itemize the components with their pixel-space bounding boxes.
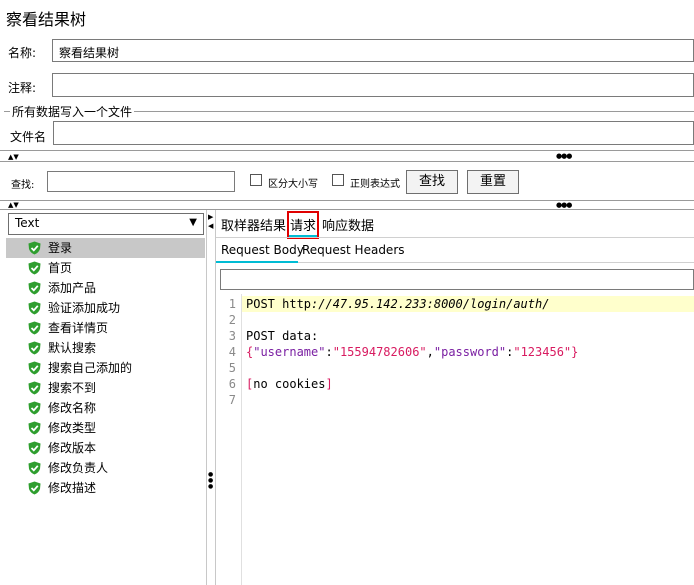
tree-item[interactable]: 修改负责人 [28,458,108,478]
divider [206,210,207,585]
line-number: 4 [228,345,236,359]
success-shield-icon [28,441,41,455]
code-line-1: POST http://47.95.142.233:8000/login/aut… [246,297,549,311]
group-title: 所有数据写入一个文件 [10,103,135,120]
search-label: 查找: [11,180,35,191]
renderer-select[interactable]: Text ▼ [8,213,204,235]
line-number: 5 [228,361,236,375]
tree-item-label: 登录 [48,241,73,255]
tree-item-label: 搜索自己添加的 [48,361,133,375]
success-shield-icon [28,281,41,295]
collapse-arrows-icon[interactable]: ▲▼ [8,201,19,209]
subtab-request-body[interactable]: Request Body [221,243,304,257]
success-shield-icon [28,381,41,395]
tree-item-label: 验证添加成功 [48,301,121,315]
line-number: 6 [228,377,236,391]
tree-item-label: 查看详情页 [48,321,109,335]
line-number: 7 [228,393,236,407]
json-value-password: "123456" [513,345,572,359]
find-button[interactable]: 查找 [406,170,458,194]
tree-item-label: 默认搜索 [48,341,97,355]
divider [0,161,694,162]
tree-item[interactable]: 修改名称 [28,398,96,418]
divider [0,200,694,201]
tree-item-label: 添加产品 [48,281,97,295]
url-scheme: http [282,297,312,311]
filename-field[interactable] [53,121,694,145]
line-number: 1 [228,297,236,311]
http-method: POST [246,297,283,311]
splitter-grip-icon[interactable]: ●●● [208,472,213,490]
name-field[interactable]: 察看结果树 [52,39,694,62]
reset-button[interactable]: 重置 [467,170,519,194]
tree-item[interactable]: 默认搜索 [28,338,96,358]
divider [216,237,694,238]
tree-item[interactable]: 添加产品 [28,278,96,298]
result-tree: 登录首页添加产品验证添加成功 查看详情页默认搜索搜索自己添加的 搜索不到修改名称修改… [0,238,205,585]
regex-checkbox[interactable] [332,174,344,186]
tree-item[interactable]: 修改类型 [28,418,96,438]
tree-item[interactable]: 修改版本 [28,438,96,458]
comment-field[interactable] [52,73,694,97]
success-shield-icon [28,341,41,355]
tree-item[interactable]: 首页 [28,258,72,278]
success-shield-icon [28,421,41,435]
comment-label: 注释: [8,81,37,95]
tree-item-label: 修改负责人 [48,461,109,475]
success-shield-icon [28,301,41,315]
tree-item-label: 首页 [48,261,73,275]
tree-item[interactable]: 搜索不到 [28,378,96,398]
chevron-down-icon: ▼ [189,217,197,228]
divider [298,262,694,263]
tab-response-data[interactable]: 响应数据 [322,215,374,234]
tab-sampler-result[interactable]: 取样器结果 [221,215,286,234]
splitter-grip-icon[interactable]: ●●● [556,201,572,209]
tree-item[interactable]: 验证添加成功 [28,298,120,318]
tree-item-label: 修改类型 [48,421,97,435]
collapse-arrows-icon[interactable]: ▶ ◀ [208,213,213,231]
collapse-arrows-icon[interactable]: ▲▼ [8,153,19,161]
tree-item[interactable]: 查看详情页 [28,318,108,338]
renderer-selected: Text [15,216,40,230]
filename-label: 文件名 [10,130,47,144]
tree-item[interactable]: 搜索自己添加的 [28,358,132,378]
regex-label: 正则表达式 [350,179,400,190]
json-key-password: "password" [433,345,507,359]
success-shield-icon [28,481,41,495]
code-line-3: POST data: [246,329,319,343]
code-line-4: {"username":"15594782606","password":"12… [246,345,579,359]
case-sensitive-label: 区分大小写 [268,179,318,190]
json-key-username: "username" [253,345,326,359]
tree-item-label: 修改版本 [48,441,97,455]
line-number: 2 [228,313,236,327]
active-subtab-underline [216,261,298,263]
json-value-username: "15594782606" [332,345,427,359]
body-search-input[interactable] [220,269,694,290]
url-path: ://47.95.142.233:8000/login/auth/ [311,297,550,311]
gutter-divider [241,294,242,585]
tree-item-label: 搜索不到 [48,381,97,395]
search-input[interactable] [47,171,235,192]
line-number: 3 [228,329,236,343]
splitter-grip-icon[interactable]: ●●● [556,152,572,160]
tree-item[interactable]: 登录 [6,238,205,258]
success-shield-icon [28,461,41,475]
success-shield-icon [28,261,41,275]
success-shield-icon [28,241,41,255]
name-label: 名称: [8,46,37,60]
tab-request[interactable]: 请求 [290,215,316,234]
success-shield-icon [28,321,41,335]
subtab-request-headers[interactable]: Request Headers [302,243,405,257]
success-shield-icon [28,401,41,415]
page-title: 察看结果树 [6,10,87,29]
tree-item-label: 修改描述 [48,481,97,495]
case-sensitive-checkbox[interactable] [250,174,262,186]
no-cookies-text: no cookies [253,377,326,391]
divider [0,209,694,210]
tree-item-label: 修改名称 [48,401,97,415]
divider [0,150,694,151]
tree-item[interactable]: 修改描述 [28,478,96,498]
code-line-6: [no cookies] [246,377,333,391]
success-shield-icon [28,361,41,375]
